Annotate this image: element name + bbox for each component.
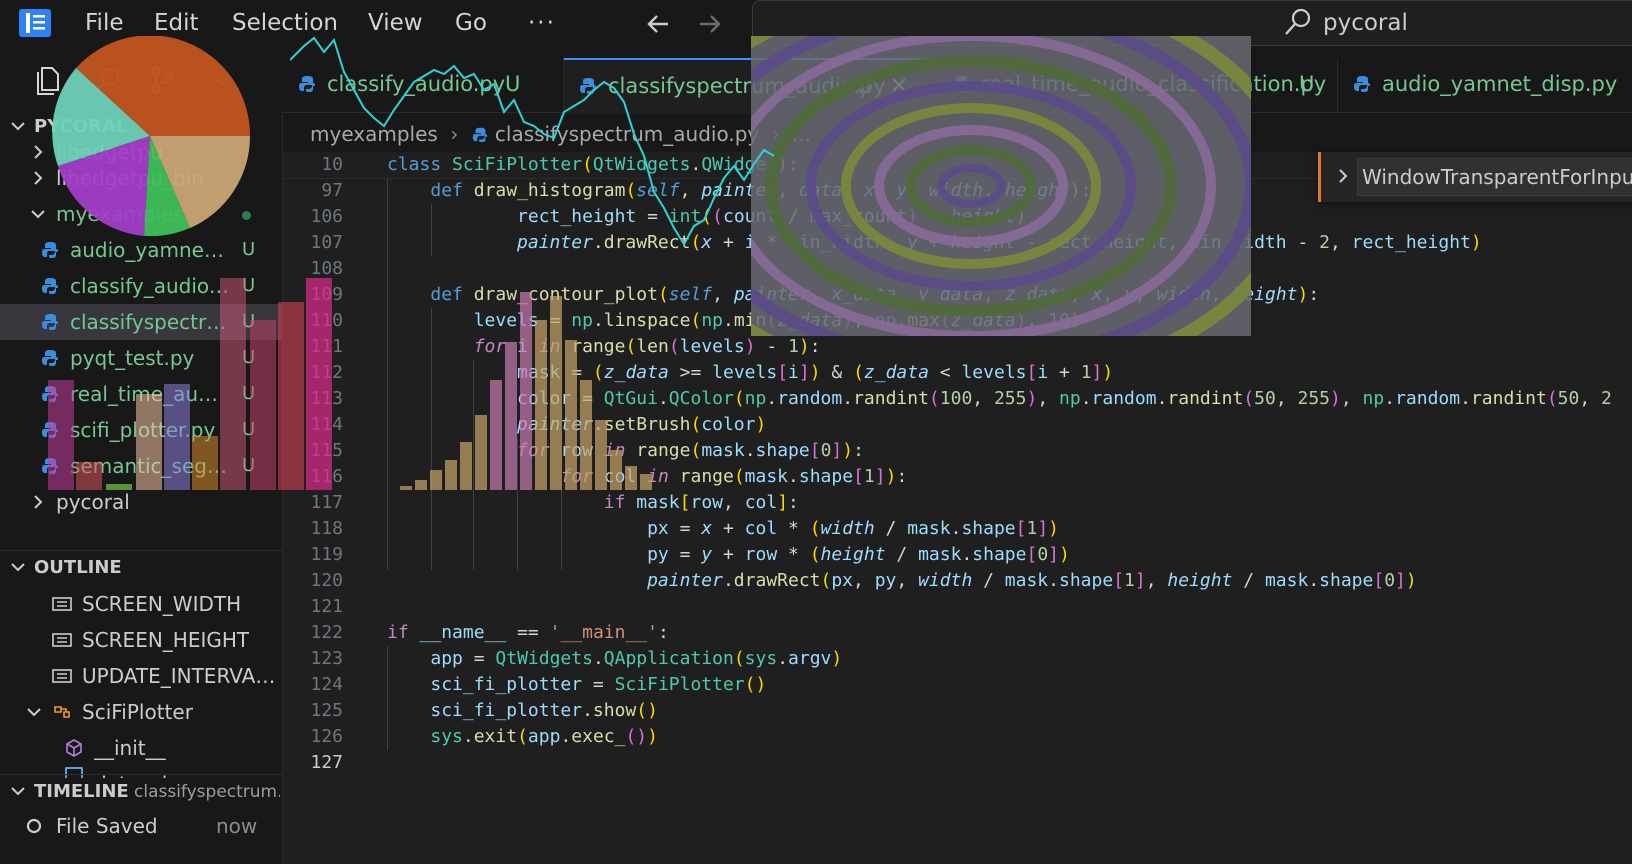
line-number: 117 [310, 492, 343, 513]
outline-section-header[interactable]: OUTLINE [0, 550, 282, 585]
overlay-bar-graphic [48, 278, 332, 490]
outline-item[interactable]: SciFiPlotter [0, 694, 282, 730]
code-line: 124 sci_fi_plotter = SciFiPlotter() [283, 672, 1632, 698]
line-number: 126 [310, 726, 343, 747]
outline-item[interactable]: UPDATE_INTERVAL... [0, 658, 282, 694]
circle-icon [26, 818, 42, 834]
outline-item-label: SCREEN_HEIGHT [82, 628, 250, 652]
constant-icon [52, 597, 72, 611]
chevron-right-icon [34, 171, 43, 185]
hist-bar [550, 296, 562, 490]
line-number: 120 [310, 570, 343, 591]
code-line: 119 py = y + row * (height / mask.shape[… [283, 542, 1632, 568]
hist-bar [490, 380, 502, 490]
line-number: 125 [310, 700, 343, 721]
hist-bar [580, 380, 592, 490]
hist-bar [415, 480, 427, 490]
hist-bar [445, 460, 457, 490]
code-line: 121 [283, 594, 1632, 620]
chevron-right-icon[interactable] [1333, 166, 1353, 186]
constant-icon [52, 633, 72, 647]
overlay-pie-graphic [52, 36, 250, 236]
code-line: 127 [283, 750, 1632, 776]
code-line: 118 px = x + col * (width / mask.shape[1… [283, 516, 1632, 542]
timeline-item-time: now [216, 814, 258, 838]
chevron-down-icon [11, 122, 25, 131]
hist-bar [640, 474, 652, 490]
hist-bar [535, 320, 547, 490]
timeline-file-label: classifyspectrum... [134, 782, 280, 802]
line-number: 121 [310, 596, 343, 617]
hist-bar [460, 442, 472, 490]
bar [136, 394, 162, 490]
line-number: 118 [310, 518, 343, 539]
outline-title: OUTLINE [34, 557, 122, 578]
method-icon [66, 739, 82, 757]
code-line: 123 app = QtWidgets.QApplication(sys.arg… [283, 646, 1632, 672]
bar [278, 302, 304, 490]
bar [306, 278, 332, 490]
timeline-title: TIMELINE [34, 781, 129, 802]
tree-item-file[interactable]: audio_yamnet_... U [0, 232, 282, 268]
tree-item-label: audio_yamnet_... [70, 238, 230, 262]
bar [250, 320, 276, 490]
bar [106, 484, 132, 490]
bar [76, 462, 102, 490]
timeline-item-label: File Saved [56, 814, 158, 838]
tab-status: U [1299, 72, 1315, 96]
chevron-right-icon [34, 495, 43, 509]
chevron-down-icon [11, 563, 25, 572]
hist-bar [595, 420, 607, 490]
hist-bar [625, 466, 637, 490]
line-number: 122 [310, 622, 343, 643]
outline-item-label: UPDATE_INTERVAL... [82, 664, 278, 688]
app-logo-icon[interactable] [18, 8, 52, 38]
line-number: 124 [310, 674, 343, 695]
search-icon [1285, 8, 1311, 35]
code-line: 122 if __name__ == '__main__': [283, 620, 1632, 646]
outline-item-label: SCREEN_WIDTH [82, 592, 242, 616]
hist-bar [565, 340, 577, 490]
code-line: 120 painter.drawRect(px, py, width / mas… [283, 568, 1632, 594]
line-number: 123 [310, 648, 343, 669]
overlay-histogram-graphic [400, 292, 652, 490]
chevron-right-icon [34, 145, 43, 159]
tab-audio-yamnet-disp[interactable]: audio_yamnet_disp.py [1338, 58, 1632, 112]
code-line: 117 if mask[row, col]: [283, 490, 1632, 516]
hist-bar [520, 292, 532, 490]
overlay-line-graphic [290, 36, 775, 246]
outline-item[interactable]: SCREEN_HEIGHT [0, 622, 282, 658]
line-number: 119 [310, 544, 343, 565]
outline-item[interactable]: SCREEN_WIDTH [0, 586, 282, 622]
hist-bar [475, 415, 487, 490]
python-icon [42, 242, 58, 258]
overlay-contour-graphic [751, 36, 1251, 336]
chevron-down-icon [27, 708, 41, 717]
timeline-section-header[interactable]: TIMELINE classifyspectrum... [0, 774, 282, 809]
command-center-text: pycoral [1323, 10, 1408, 36]
bar [48, 380, 74, 490]
bar [220, 278, 246, 490]
hist-bar [400, 486, 412, 490]
line-number: 127 [310, 752, 343, 773]
hist-bar [430, 470, 442, 490]
python-icon [1354, 76, 1370, 92]
chevron-down-icon [11, 787, 25, 796]
code-line: 125 sci_fi_plotter.show() [283, 698, 1632, 724]
tab-label: audio_yamnet_disp.py [1382, 72, 1618, 96]
chevron-down-icon [31, 210, 45, 219]
hist-bar [505, 342, 517, 490]
line-series [290, 36, 775, 246]
timeline-item[interactable]: File Saved now [0, 808, 282, 844]
find-widget: WindowTransparentForInput A [1318, 152, 1632, 202]
outline-item-label: SciFiPlotter [82, 700, 193, 724]
bar [164, 384, 190, 490]
bar [192, 436, 218, 490]
constant-icon [52, 669, 72, 683]
class-icon [54, 706, 70, 718]
code-line: 126 sys.exit(app.exec_()) [283, 724, 1632, 750]
find-input[interactable]: WindowTransparentForInput A [1357, 158, 1632, 196]
hist-bar [610, 450, 622, 490]
git-status-badge: U [242, 239, 256, 260]
